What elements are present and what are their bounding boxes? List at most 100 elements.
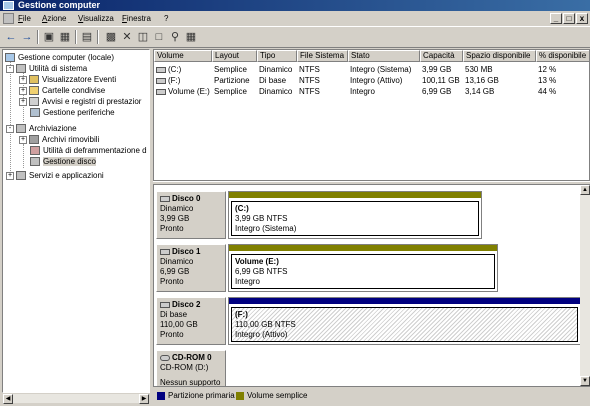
partition-bar xyxy=(229,192,481,198)
expand-icon[interactable]: + xyxy=(6,171,14,180)
drive-icon xyxy=(156,77,166,84)
menu-file[interactable]: File xyxy=(18,13,31,25)
scroll-left-icon[interactable]: ◀ xyxy=(3,394,13,404)
scroll-down-icon[interactable]: ▼ xyxy=(580,376,590,386)
device-manager-icon xyxy=(30,108,40,118)
partition-info: (C:) 3,99 GB NTFS Integro (Sistema) xyxy=(231,201,479,236)
col-file-sistema[interactable]: File Sistema xyxy=(297,50,348,62)
disk-0-label[interactable]: Disco 0 Dinamico 3,99 GB Pronto xyxy=(156,191,226,239)
disk-graphical-view: Disco 0 Dinamico 3,99 GB Pronto (C:) 3,9… xyxy=(153,185,580,386)
disk-management-icon xyxy=(30,157,40,167)
partition-info: Volume (E:) 6,99 GB NTFS Integro xyxy=(231,254,495,289)
defrag-icon xyxy=(30,146,40,156)
tree-item-deframmentazione[interactable]: Utilità di deframmentazione d xyxy=(30,145,147,156)
tree-item-archiviazione[interactable]: - Archiviazione xyxy=(6,123,77,134)
volume-list: Volume Layout Tipo File Sistema Stato Ca… xyxy=(153,49,590,181)
partition-c[interactable]: (C:) 3,99 GB NTFS Integro (Sistema) xyxy=(228,191,482,239)
col-capacita[interactable]: Capacità xyxy=(420,50,463,62)
col-tipo[interactable]: Tipo xyxy=(257,50,297,62)
col-stato[interactable]: Stato xyxy=(348,50,420,62)
window-title: Gestione computer xyxy=(18,0,101,10)
removable-storage-icon xyxy=(29,135,39,145)
toolbar-separator xyxy=(97,30,99,44)
drive-icon xyxy=(156,88,166,95)
computer-management-icon xyxy=(3,1,14,10)
tree-item-cartelle-condivise[interactable]: + Cartelle condivise xyxy=(19,85,105,96)
tree-item-gestione-disco[interactable]: Gestione disco xyxy=(30,156,96,167)
services-icon xyxy=(16,171,26,181)
menu-bar: File Azione Visualizza Finestra ? xyxy=(0,11,590,27)
disk-icon xyxy=(160,195,170,202)
partition-info: (F:) 110,00 GB NTFS Integro (Attivo) xyxy=(231,307,578,342)
partition-bar xyxy=(229,245,497,251)
export-list-icon[interactable]: ◫ xyxy=(136,30,150,44)
menu-azione[interactable]: Azione xyxy=(42,13,66,25)
menu-finestra[interactable]: Finestra xyxy=(122,13,151,25)
tree-item-servizi-applicazioni[interactable]: + Servizi e applicazioni xyxy=(6,170,104,181)
col-spazio-disponibile[interactable]: Spazio disponibile xyxy=(463,50,536,62)
scroll-up-icon[interactable]: ▲ xyxy=(580,185,590,195)
disk-icon xyxy=(160,301,170,308)
restore-button[interactable]: □ xyxy=(563,13,575,24)
partition-f[interactable]: (F:) 110,00 GB NTFS Integro (Attivo) xyxy=(228,297,580,345)
show-hide-tree-icon[interactable]: ▦ xyxy=(58,30,72,44)
expand-icon[interactable]: + xyxy=(19,86,27,95)
drive-icon xyxy=(156,66,166,73)
storage-icon xyxy=(16,124,26,134)
toolbar-separator xyxy=(37,30,39,44)
tree-horizontal-scrollbar[interactable]: ◀ ▶ xyxy=(2,393,150,404)
menu-visualizza[interactable]: Visualizza xyxy=(78,13,114,25)
window-title-bar[interactable]: Gestione computer xyxy=(0,0,590,11)
expand-icon[interactable]: + xyxy=(19,75,27,84)
collapse-icon[interactable]: - xyxy=(6,124,14,133)
mmc-icon[interactable] xyxy=(3,13,14,24)
computer-icon xyxy=(5,53,15,63)
search-icon[interactable]: ⚲ xyxy=(168,30,182,44)
disk-1-label[interactable]: Disco 1 Dinamico 6,99 GB Pronto xyxy=(156,244,226,292)
tree-item-gestione-periferiche[interactable]: Gestione periferiche xyxy=(30,107,115,118)
partition-e[interactable]: Volume (E:) 6,99 GB NTFS Integro xyxy=(228,244,498,292)
forward-icon[interactable]: → xyxy=(20,30,34,44)
disk-icon xyxy=(160,248,170,255)
tree-item-visualizzatore-eventi[interactable]: + Visualizzatore Eventi xyxy=(19,74,116,85)
legend-label: Partizione primaria xyxy=(168,391,235,400)
toolbar-separator xyxy=(75,30,77,44)
help-icon[interactable]: ▩ xyxy=(104,30,118,44)
tree-root[interactable]: Gestione computer (locale) xyxy=(5,52,114,63)
col-volume[interactable]: Volume xyxy=(154,50,212,62)
scroll-right-icon[interactable]: ▶ xyxy=(139,394,149,404)
expand-icon[interactable]: + xyxy=(19,135,27,144)
tree-item-archivi-rimovibili[interactable]: + Archivi rimovibili xyxy=(19,134,99,145)
menu-help[interactable]: ? xyxy=(164,13,168,25)
toolbar: ← → ▣ ▦ ▤ ▩ ✕ ◫ □ ⚲ ▦ xyxy=(0,27,590,48)
tools-icon xyxy=(16,64,26,74)
col-layout[interactable]: Layout xyxy=(212,50,257,62)
tree-item-avvisi-registri[interactable]: + Avvisi e registri di prestazior xyxy=(19,96,141,107)
partition-bar xyxy=(229,298,580,304)
legend-label: Volume semplice xyxy=(247,391,308,400)
legend-swatch-simple xyxy=(236,392,244,400)
collapse-icon[interactable]: - xyxy=(6,64,14,73)
shared-folder-icon xyxy=(29,86,39,96)
col-percent-disponibile[interactable]: % disponibile xyxy=(536,50,589,62)
close-button[interactable]: x xyxy=(576,13,588,24)
disk-2-label[interactable]: Disco 2 Di base 110,00 GB Pronto xyxy=(156,297,226,345)
cdrom-icon xyxy=(160,354,170,361)
disk-icon[interactable]: ▦ xyxy=(184,30,198,44)
performance-logs-icon xyxy=(29,97,39,107)
minimize-button[interactable]: _ xyxy=(550,13,562,24)
graph-vertical-scrollbar[interactable]: ▲ ▼ xyxy=(580,185,590,386)
cdrom-0-label[interactable]: CD-ROM 0 CD-ROM (D:) Nessun supporto xyxy=(156,350,226,386)
open-icon[interactable]: □ xyxy=(152,30,166,44)
event-viewer-icon xyxy=(29,75,39,85)
properties-icon[interactable]: ▤ xyxy=(80,30,94,44)
tree-item-utilita-sistema[interactable]: - Utilità di sistema xyxy=(6,63,87,74)
console-tree: Gestione computer (locale) - Utilità di s… xyxy=(2,49,150,393)
window-buttons: _ □ x xyxy=(550,13,588,24)
legend: Partizione primaria Volume semplice xyxy=(153,386,590,404)
back-icon[interactable]: ← xyxy=(4,30,18,44)
expand-icon[interactable]: + xyxy=(19,97,27,106)
legend-swatch-primary xyxy=(157,392,165,400)
delete-icon[interactable]: ✕ xyxy=(120,30,134,44)
up-level-icon[interactable]: ▣ xyxy=(42,30,56,44)
